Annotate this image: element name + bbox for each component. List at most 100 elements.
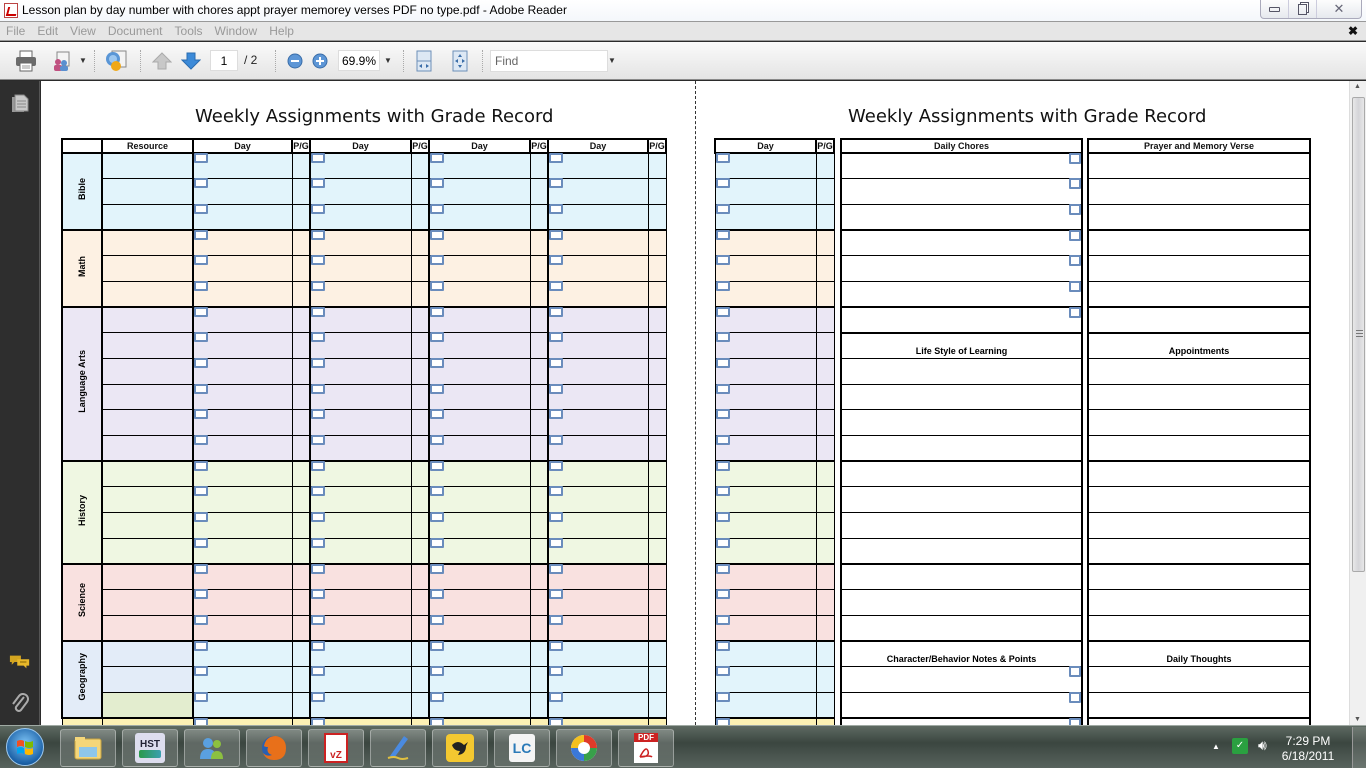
grade-cell[interactable] [647,229,667,257]
checkbox[interactable] [311,255,325,266]
document-view[interactable]: Weekly Assignments with Grade Record Wee… [41,81,1349,725]
checkbox[interactable] [194,153,208,163]
grade-cell[interactable] [815,589,835,616]
notes-cell[interactable] [1087,691,1311,720]
grade-cell[interactable] [647,614,667,643]
checkbox[interactable] [311,461,325,472]
cell[interactable] [101,717,194,725]
checkbox[interactable] [194,409,208,420]
chores-cell[interactable] [840,203,1083,232]
grade-cell[interactable] [291,178,311,205]
grade-cell[interactable] [815,486,835,514]
grade-cell[interactable] [291,409,311,437]
day-cell[interactable] [428,512,531,539]
taskbar-hst[interactable]: HST [122,729,178,767]
checkbox[interactable] [430,230,444,241]
checkbox[interactable] [429,718,444,725]
day-cell[interactable] [428,666,531,693]
taskbar-firefox[interactable] [246,729,302,767]
checkbox[interactable] [311,666,325,677]
checkbox[interactable] [715,358,730,368]
resource-cell[interactable] [101,589,194,616]
grade-cell[interactable] [410,332,430,359]
checkbox[interactable] [549,307,563,318]
grade-cell[interactable] [529,537,549,565]
grade-cell[interactable] [647,358,667,385]
day-cell[interactable] [714,255,817,282]
grade-cell[interactable] [529,589,549,616]
chores-cell[interactable] [840,229,1083,257]
taskbar-tweet-app[interactable] [432,729,488,767]
day-cell[interactable] [428,152,531,180]
resource-cell[interactable] [101,614,194,643]
checkbox[interactable] [549,280,563,291]
grade-cell[interactable] [815,435,835,463]
day-cell[interactable] [309,306,412,334]
checkbox[interactable] [194,614,208,625]
day-cell[interactable] [428,691,531,720]
grade-cell[interactable] [815,229,835,257]
grade-cell[interactable] [410,486,430,514]
resource-cell[interactable] [101,512,194,539]
checkbox[interactable] [194,435,208,446]
notes-cell[interactable] [1087,409,1311,437]
notes-cell[interactable] [1087,537,1311,565]
day-cell[interactable] [547,435,649,463]
day-cell[interactable] [309,435,412,463]
grade-cell[interactable] [410,358,430,385]
day-cell[interactable] [547,460,649,488]
day-cell[interactable] [192,358,293,385]
grade-cell[interactable] [815,460,835,488]
day-cell[interactable] [309,563,412,591]
checkbox[interactable] [1069,280,1081,292]
grade-cell[interactable] [291,306,311,334]
grade-cell[interactable] [410,640,430,668]
grade-cell[interactable] [815,203,835,232]
checkbox[interactable] [549,564,563,574]
day-cell[interactable] [714,152,817,180]
checkbox[interactable] [311,614,325,625]
day-cell[interactable] [714,563,817,591]
grade-cell[interactable] [529,255,549,282]
day-cell[interactable] [192,152,293,180]
chores-cell[interactable] [840,178,1083,205]
day-cell[interactable] [428,203,531,232]
checkbox[interactable] [311,332,325,343]
day-cell[interactable] [714,383,817,411]
taskbar-picasa[interactable] [556,729,612,767]
checkbox[interactable] [430,178,444,189]
day-cell[interactable] [192,383,293,411]
checkbox[interactable] [549,461,563,472]
checkbox[interactable] [549,383,563,394]
chores-cell[interactable] [840,486,1083,514]
chores-cell[interactable] [840,358,1083,385]
day-cell[interactable] [547,255,649,282]
day-cell[interactable] [428,563,531,591]
checkbox[interactable] [311,358,325,368]
checkbox[interactable] [194,358,208,368]
day-cell[interactable] [309,229,412,257]
grade-cell[interactable] [815,358,835,385]
grade-cell[interactable] [410,563,430,591]
day-cell[interactable] [714,280,817,309]
day-cell[interactable] [547,358,649,385]
day-cell[interactable] [192,589,293,616]
checkbox[interactable] [715,255,730,266]
grade-cell[interactable] [291,435,311,463]
share-button[interactable] [48,49,76,73]
day-cell[interactable] [192,563,293,591]
day-cell[interactable] [428,358,531,385]
scroll-down-icon[interactable]: ▼ [1354,716,1361,723]
resource-cell[interactable] [101,203,194,232]
day-cell[interactable] [428,640,531,668]
day-cell[interactable] [714,614,817,643]
checkbox[interactable] [194,255,208,266]
checkbox[interactable] [311,537,325,548]
checkbox[interactable] [194,564,208,574]
day-cell[interactable] [547,691,649,720]
checkbox[interactable] [430,153,444,163]
grade-cell[interactable] [815,691,835,720]
day-cell[interactable] [309,486,412,514]
grade-cell[interactable] [529,435,549,463]
chores-cell[interactable] [840,563,1083,591]
